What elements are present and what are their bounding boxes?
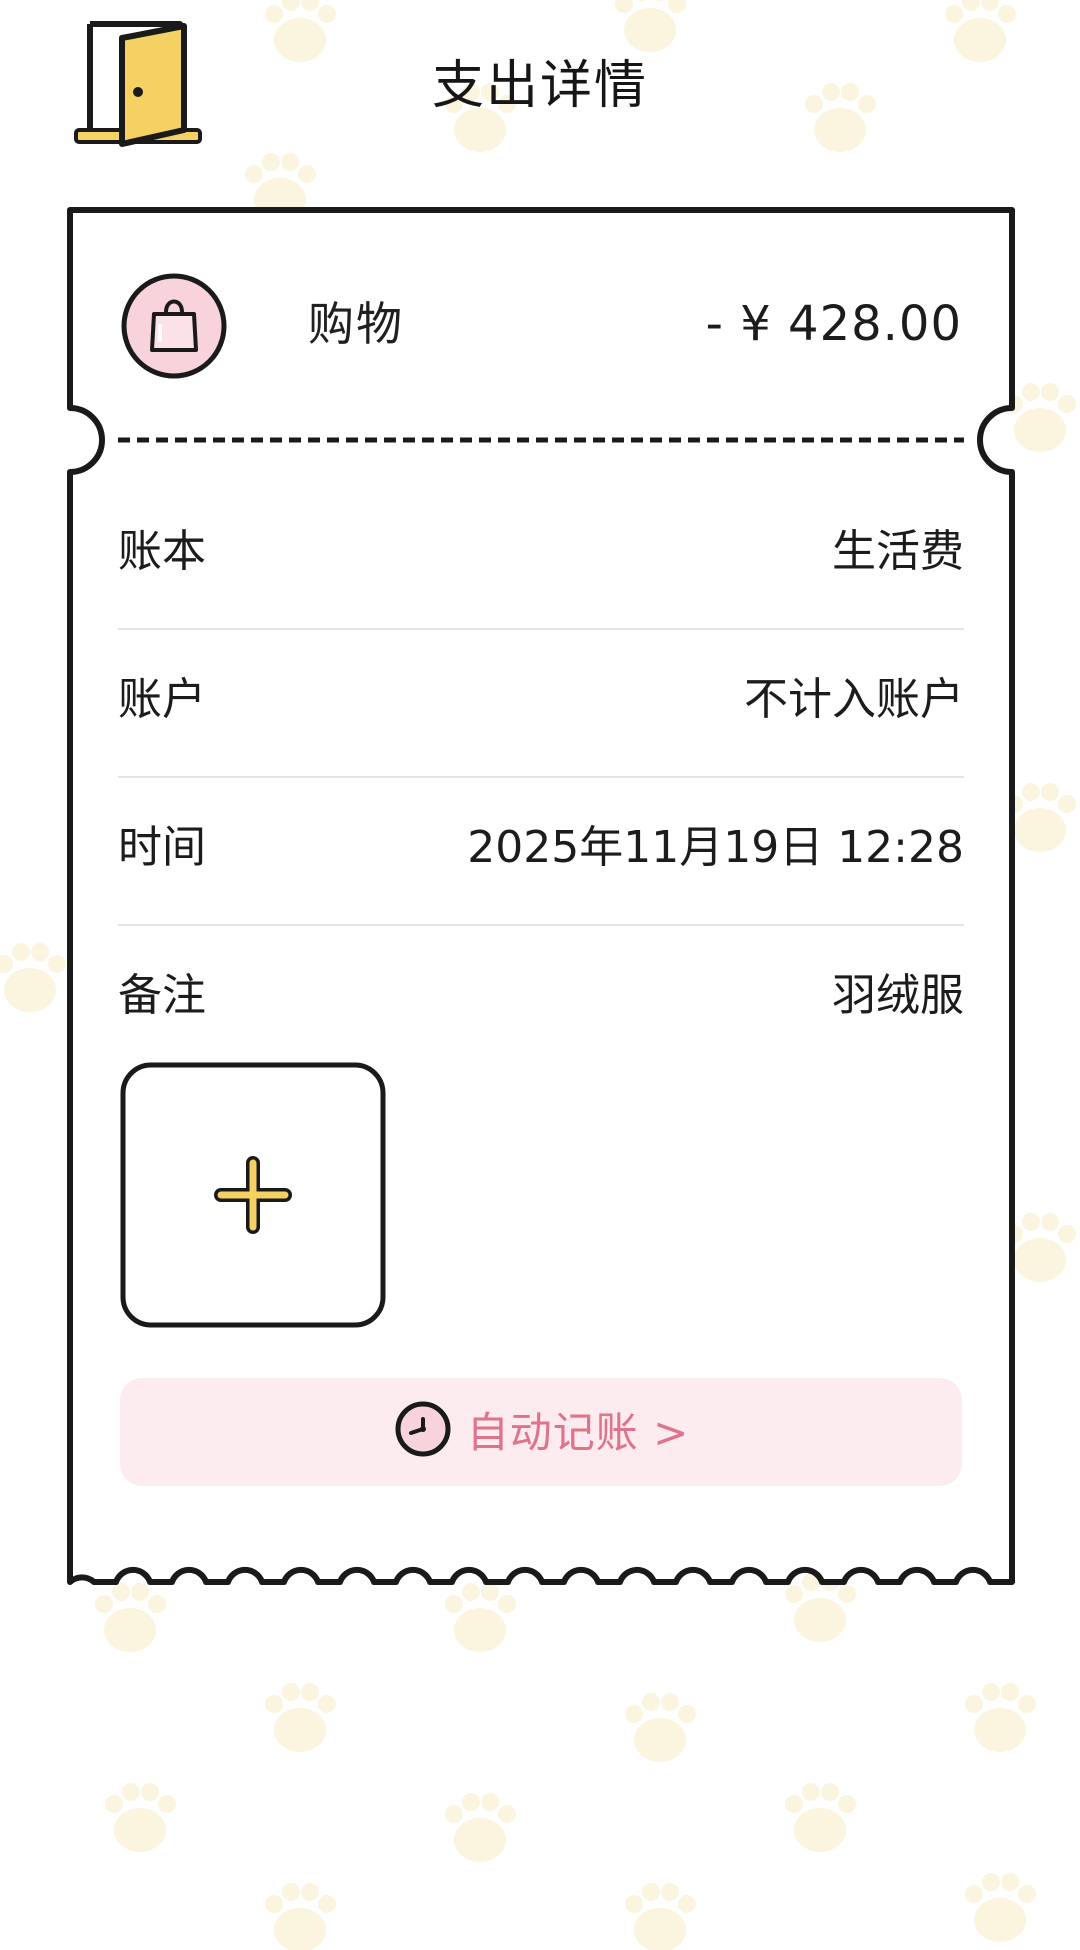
detail-label: 时间 [118,822,206,873]
detail-value: 2025年11月19日 12:28 [467,822,964,873]
header: 支出详情 [0,0,1080,170]
detail-list: 账本 生活费 账户 不计入账户 时间 2025年11月19日 12:28 备注 … [118,482,964,1072]
expense-amount: - ¥ 428.00 [705,296,962,352]
detail-value: 不计入账户 [744,674,964,725]
detail-label: 备注 [118,970,206,1021]
page-title: 支出详情 [431,56,648,116]
detail-value: 羽绒服 [832,970,964,1021]
expense-ticket-card: 购物 - ¥ 428.00 账本 生活费 账户 不计入账户 时间 2025年11… [70,210,1012,1582]
expense-summary: 购物 - ¥ 428.00 [120,272,962,380]
detail-value: 生活费 [832,526,964,577]
detail-row-note[interactable]: 备注 羽绒服 [118,926,964,1072]
shopping-bag-icon [121,273,227,379]
detail-row-time[interactable]: 时间 2025年11月19日 12:28 [118,778,964,926]
detail-row-ledger[interactable]: 账本 生活费 [118,482,964,630]
auto-record-button[interactable]: 自动记账 > [120,1378,962,1486]
detail-label: 账户 [118,674,206,725]
auto-record-content: 自动记账 > [120,1378,962,1486]
auto-record-label: 自动记账 > [466,1407,690,1457]
clock-icon [395,1401,451,1456]
add-photo-button[interactable] [120,1062,386,1328]
category-label: 购物 [308,297,404,351]
detail-label: 账本 [118,526,206,577]
detail-row-account[interactable]: 账户 不计入账户 [118,630,964,778]
plus-icon [214,1156,292,1234]
